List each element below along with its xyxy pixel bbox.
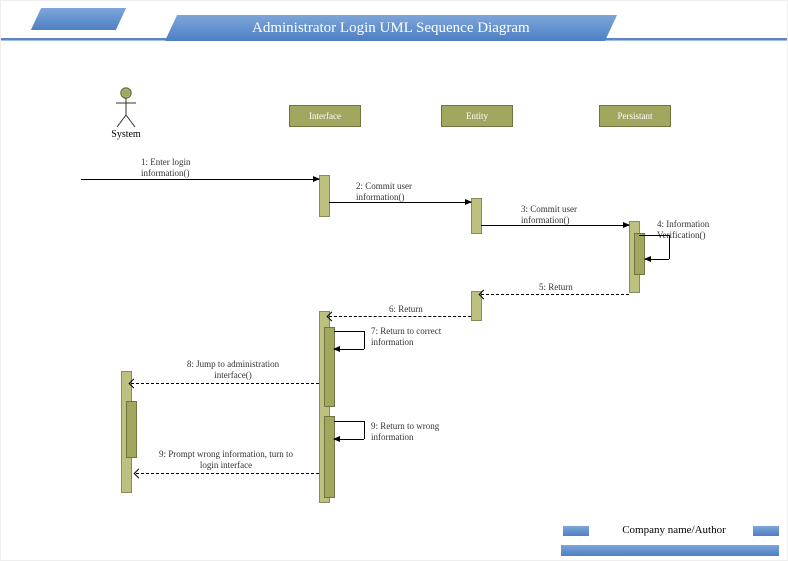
activation-system-inner <box>126 401 137 458</box>
msg-2-arrow <box>329 202 471 203</box>
msg-9a-down <box>364 421 365 439</box>
msg-4-down <box>669 235 670 259</box>
msg-3-arrow <box>481 225 629 226</box>
msg-6-arrow <box>329 316 471 317</box>
msg-7-bot <box>334 349 364 350</box>
activation-persistant-inner <box>634 233 645 275</box>
msg-9a-top <box>334 421 364 422</box>
msg-1-label: 1: Enter login information() <box>141 157 221 179</box>
header-tab <box>31 8 126 30</box>
msg-2-label: 2: Commit user information() <box>356 181 436 203</box>
activation-interface-inner2 <box>324 416 335 498</box>
lifeline-persistant: Persistant <box>599 105 671 127</box>
footer-bar <box>561 545 779 556</box>
msg-4-bot <box>645 259 669 260</box>
msg-4-top <box>639 235 669 236</box>
lifeline-interface: Interface <box>289 105 361 127</box>
activation-interface-inner1 <box>324 327 335 407</box>
msg-8-arrow <box>131 383 319 384</box>
footer-author: Company name/Author <box>601 524 747 536</box>
msg-9a-label: 9: Return to wrong information <box>371 421 451 443</box>
msg-5-arrow <box>481 294 629 295</box>
footer-cap-right <box>753 526 779 536</box>
lifeline-entity: Entity <box>441 105 513 127</box>
msg-9a-bot <box>334 439 364 440</box>
page-title: Administrator Login UML Sequence Diagram <box>252 15 530 41</box>
msg-9b-arrow <box>136 473 319 474</box>
footer-cap-left <box>563 526 589 536</box>
msg-3-label: 3: Commit user information() <box>521 204 601 226</box>
diagram-canvas: Administrator Login UML Sequence Diagram… <box>0 0 788 561</box>
msg-8-label: 8: Jump to administration interface() <box>178 359 288 381</box>
msg-7-top <box>334 331 364 332</box>
msg-7-down <box>364 331 365 349</box>
actor-icon <box>115 87 137 127</box>
activation-entity-1 <box>471 198 482 234</box>
actor-label: System <box>106 129 146 140</box>
msg-5-label: 5: Return <box>539 282 573 293</box>
title-banner: Administrator Login UML Sequence Diagram <box>165 15 617 41</box>
msg-9b-label: 9: Prompt wrong information, turn to log… <box>156 449 296 471</box>
activation-interface-1 <box>319 175 330 217</box>
msg-7-label: 7: Return to correct information <box>371 326 451 348</box>
msg-6-label: 6: Return <box>389 304 423 315</box>
msg-1-arrow <box>81 179 319 180</box>
actor-system: System <box>106 87 146 140</box>
msg-4-label: 4: Information Verification() <box>657 219 727 241</box>
